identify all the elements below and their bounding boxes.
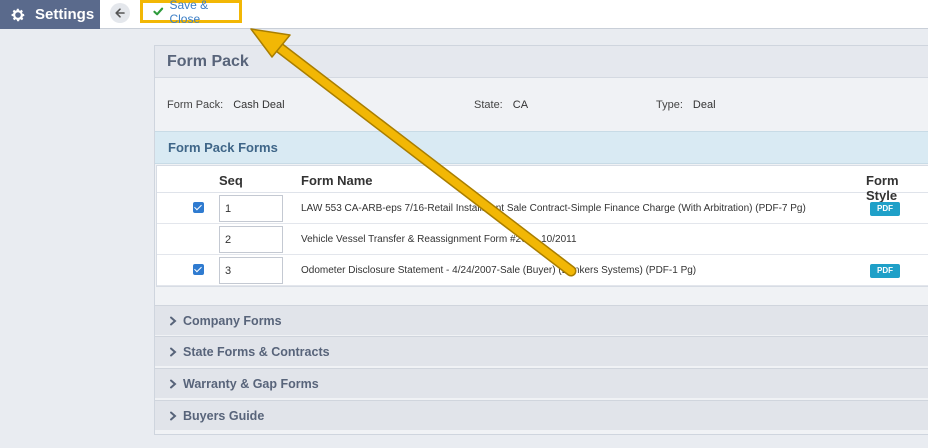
form-pack-label: Form Pack: xyxy=(167,99,224,111)
form-name: Odometer Disclosure Statement - 4/24/200… xyxy=(301,265,697,276)
panel-title: Form Pack xyxy=(155,46,928,78)
type-info: Type: Deal xyxy=(656,99,716,111)
top-bar: Settings Save & Close xyxy=(0,0,928,29)
save-and-close-button[interactable]: Save & Close xyxy=(140,0,242,26)
row-checkbox[interactable] xyxy=(193,264,204,275)
accordion-state-forms[interactable]: State Forms & Contracts xyxy=(155,336,928,366)
accordion-label: Warranty & Gap Forms xyxy=(183,376,319,391)
table-header: Seq Form Name Form Style xyxy=(157,166,928,203)
chevron-right-icon xyxy=(170,316,177,325)
state-info: State: CA xyxy=(474,99,528,111)
pdf-badge[interactable]: PDF xyxy=(870,202,900,216)
save-close-label: Save & Close xyxy=(169,0,209,26)
accordion-label: Company Forms xyxy=(183,313,282,328)
type-value: Deal xyxy=(692,99,716,111)
form-pack-info: Form Pack: Cash Deal xyxy=(167,99,285,111)
back-button[interactable] xyxy=(110,3,130,23)
chevron-right-icon xyxy=(170,411,177,420)
row-checkbox[interactable] xyxy=(193,233,204,244)
arrow-left-icon xyxy=(115,8,125,18)
table-row: Vehicle Vessel Transfer & Reassignment F… xyxy=(157,224,928,255)
gear-icon xyxy=(11,8,25,21)
form-pack-value: Cash Deal xyxy=(233,99,285,111)
form-name: LAW 553 CA-ARB-eps 7/16-Retail Installme… xyxy=(301,203,806,214)
form-name: Vehicle Vessel Transfer & Reassignment F… xyxy=(301,234,577,245)
accordion-label: Buyers Guide xyxy=(183,408,265,423)
check-icon xyxy=(152,5,165,18)
table-row: LAW 553 CA-ARB-eps 7/16-Retail Installme… xyxy=(157,193,928,224)
accordion-buyers-guide[interactable]: Buyers Guide xyxy=(155,400,928,430)
accordion-company-forms[interactable]: Company Forms xyxy=(155,305,928,335)
accordion-label: State Forms & Contracts xyxy=(183,344,330,359)
row-checkbox[interactable] xyxy=(193,202,204,213)
seq-input[interactable] xyxy=(219,226,283,253)
column-header-form-name[interactable]: Form Name xyxy=(301,173,373,188)
seq-input[interactable] xyxy=(219,257,283,284)
settings-label: Settings xyxy=(35,6,95,23)
seq-input[interactable] xyxy=(219,195,283,222)
state-value: CA xyxy=(512,99,529,111)
pdf-badge[interactable]: PDF xyxy=(870,264,900,278)
accordion-warranty-gap-forms[interactable]: Warranty & Gap Forms xyxy=(155,368,928,398)
column-header-seq[interactable]: Seq xyxy=(219,173,243,188)
form-pack-forms-header: Form Pack Forms xyxy=(155,131,928,164)
settings-tab[interactable]: Settings xyxy=(0,0,100,29)
form-pack-panel: Form Pack Form Pack: Cash Deal State: CA T… xyxy=(154,45,928,435)
state-label: State: xyxy=(474,99,503,111)
table-row: Odometer Disclosure Statement - 4/24/200… xyxy=(157,255,928,286)
chevron-right-icon xyxy=(170,347,177,356)
forms-table: Seq Form Name Form Style LAW 553 CA-ARB-… xyxy=(156,165,928,287)
chevron-right-icon xyxy=(170,379,177,388)
type-label: Type: xyxy=(656,99,683,111)
